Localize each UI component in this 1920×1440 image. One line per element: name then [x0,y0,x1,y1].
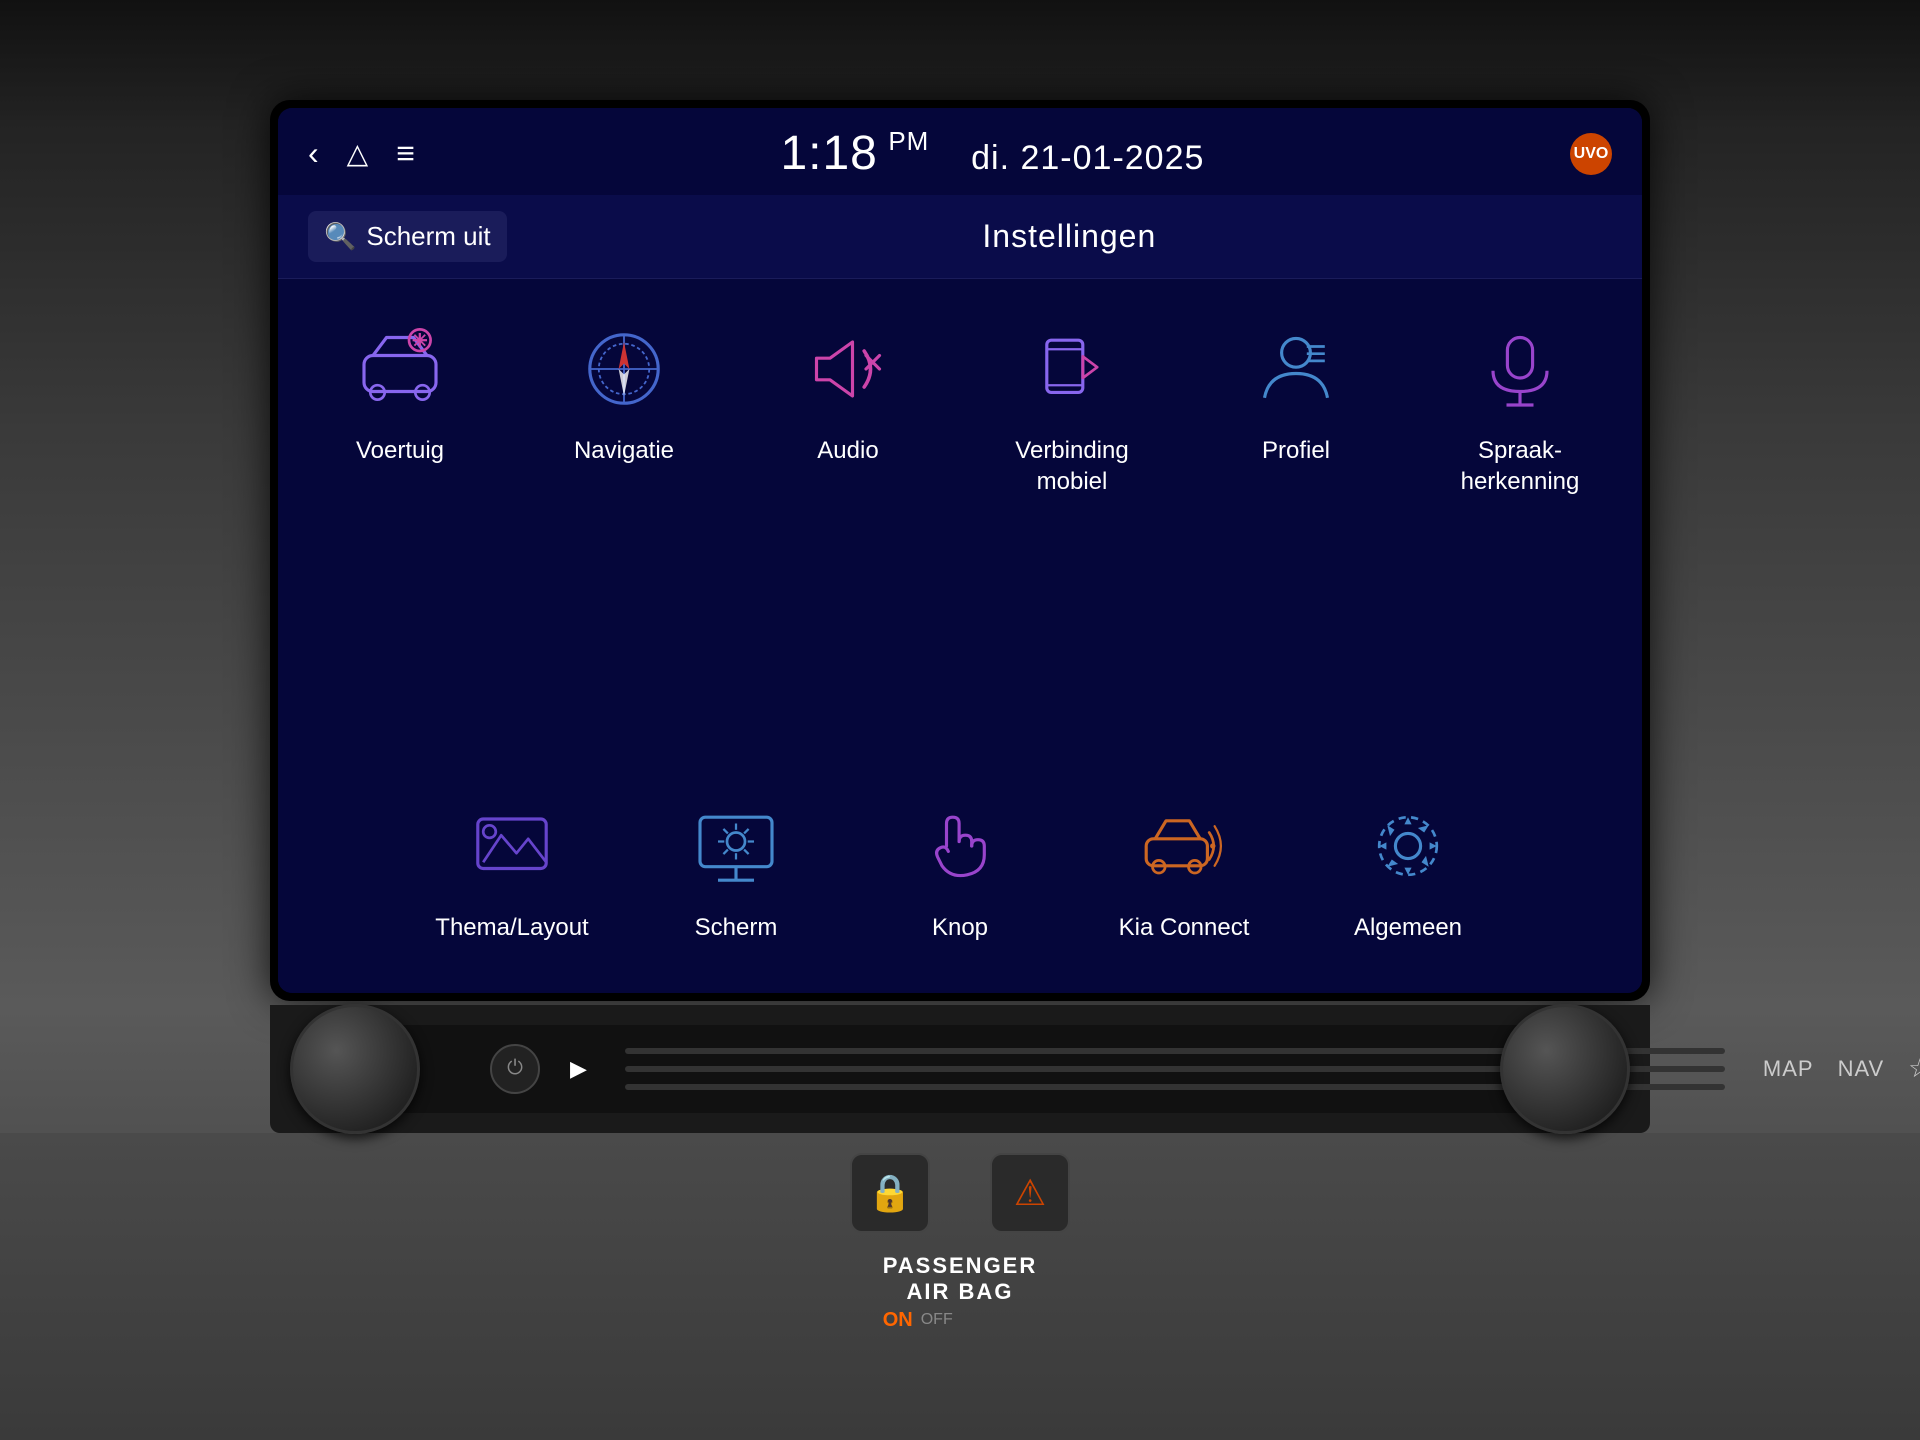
settings-item-thema[interactable]: Thema/Layout [400,776,624,963]
voertuig-label: Voertuig [356,435,444,466]
airbag-off-label: OFF [921,1311,953,1329]
settings-item-verbinding[interactable]: Verbinding mobiel [960,299,1184,517]
search-icon: 🔍 [324,221,356,252]
bottom-section: 🔒 ⚠ PASSENGER AIR BAG ON OFF [0,1133,1920,1440]
lock-icon: 🔒 [868,1172,913,1214]
main-screen: ‹ △ ≡ 1:18 PM di. 21-01-2025 UVO 🔍 Scher… [278,108,1642,993]
settings-item-voertuig[interactable]: Voertuig [288,299,512,517]
settings-item-knop[interactable]: Knop [848,776,1072,963]
lock-button[interactable]: 🔒 [850,1153,930,1233]
screen-title: Instellingen [527,218,1612,255]
nav-button[interactable]: NAV [1838,1056,1885,1082]
date-display: di. 21-01-2025 [971,139,1204,177]
uvo-badge: UVO [1570,133,1612,175]
kia-connect-label: Kia Connect [1119,912,1250,943]
airbag-on-status: ON [883,1309,913,1332]
verbinding-icon [1022,319,1122,419]
settings-grid-row2: Thema/Layout [278,766,1642,993]
kia-connect-icon [1134,796,1234,896]
audio-icon [798,319,898,419]
profiel-icon [1246,319,1346,419]
search-bar: 🔍 Scherm uit Instellingen [278,195,1642,279]
bottom-buttons: 🔒 ⚠ [850,1153,1070,1233]
verbinding-label: Verbinding mobiel [1015,435,1128,497]
control-panel-inner: ⏻ ▶ MAP NAV ☆ < SEEK TRACK > RADIO MEDIA… [360,1025,1560,1113]
tune-knob[interactable] [1500,1004,1630,1134]
spraak-icon [1470,319,1570,419]
settings-item-audio[interactable]: Audio [736,299,960,517]
settings-item-kia-connect[interactable]: Kia Connect [1072,776,1296,963]
navigatie-label: Navigatie [574,435,674,466]
hazard-button[interactable]: ⚠ [990,1153,1070,1233]
volume-knob[interactable] [290,1004,420,1134]
scherm-icon [686,796,786,896]
power-icon: ⏻ [507,1057,523,1080]
navigatie-icon [574,319,674,419]
settings-item-profiel[interactable]: Profiel [1184,299,1408,517]
voertuig-icon [350,319,450,419]
back-button[interactable]: ‹ [308,135,319,172]
airbag-label: PASSENGER [883,1253,1038,1279]
time-display: 1:18 [780,127,877,180]
settings-item-scherm[interactable]: Scherm [624,776,848,963]
profiel-label: Profiel [1262,435,1330,466]
nav-controls: ‹ △ ≡ [308,135,415,172]
knop-label: Knop [932,912,988,943]
airbag-label2: AIR BAG [883,1279,1038,1305]
settings-item-navigatie[interactable]: Navigatie [512,299,736,517]
algemeen-icon [1358,796,1458,896]
airbag-status-row: ON OFF [883,1309,1038,1332]
volume-indicator: ▶ [570,1056,587,1082]
thema-icon [462,796,562,896]
control-buttons: MAP NAV ☆ < SEEK TRACK > RADIO MEDIA SET… [1763,1043,1920,1095]
status-bar: ‹ △ ≡ 1:18 PM di. 21-01-2025 UVO [278,108,1642,195]
control-panel: ⏻ ▶ MAP NAV ☆ < SEEK TRACK > RADIO MEDIA… [270,1005,1650,1133]
hazard-icon: ⚠ [1014,1172,1046,1214]
knop-icon [910,796,1010,896]
map-button[interactable]: MAP [1763,1056,1814,1082]
home-button[interactable]: △ [347,137,369,170]
settings-item-algemeen[interactable]: Algemeen [1296,776,1520,963]
screen-bezel: ‹ △ ≡ 1:18 PM di. 21-01-2025 UVO 🔍 Scher… [270,100,1650,1001]
audio-label: Audio [817,435,878,466]
power-button[interactable]: ⏻ [490,1044,540,1094]
spraak-label: Spraak- herkenning [1461,435,1580,497]
airbag-section: PASSENGER AIR BAG ON OFF [883,1253,1038,1332]
thema-label: Thema/Layout [435,912,588,943]
time-date-display: 1:18 PM di. 21-01-2025 [780,126,1204,181]
car-dashboard: ‹ △ ≡ 1:18 PM di. 21-01-2025 UVO 🔍 Scher… [0,0,1920,1440]
scherm-label: Scherm [695,912,778,943]
search-input-wrap[interactable]: 🔍 Scherm uit [308,211,507,262]
settings-item-spraak[interactable]: Spraak- herkenning [1408,299,1632,517]
menu-button[interactable]: ≡ [396,135,415,172]
time-period: PM [888,126,929,156]
search-label: Scherm uit [366,221,490,252]
settings-grid-row1: Voertuig [278,279,1642,766]
favorite-button[interactable]: ☆ [1908,1053,1920,1084]
algemeen-label: Algemeen [1354,912,1462,943]
